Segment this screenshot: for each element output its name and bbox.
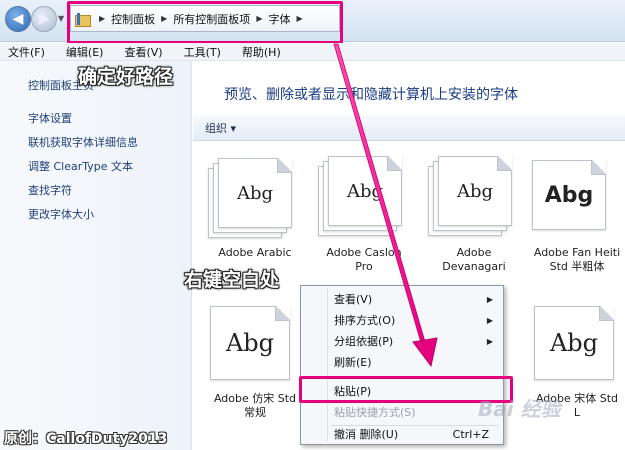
menu-bar: 文件(F) 编辑(E) 查看(V) 工具(T) 帮助(H)	[0, 43, 625, 61]
font-label-adobe-arabic: Adobe Arabic	[218, 246, 292, 259]
font-tile-adobe-fan-heiti[interactable]: Abg	[532, 156, 620, 240]
sidebar-link-change-font-size[interactable]: 更改字体大小	[28, 206, 94, 222]
font-preview: Abg	[225, 329, 275, 357]
ctx-sort-by[interactable]: 排序方式(O) ▶	[301, 310, 503, 330]
history-dropdown-icon[interactable]: ▼	[58, 14, 64, 23]
sidebar-link-find-character[interactable]: 查找字符	[28, 182, 72, 198]
font-label-adobe-fangsong: Adobe 仿宋 Std 常规	[213, 392, 297, 419]
annotation-confirm-path: 确定好路径	[78, 66, 174, 88]
font-preview: Abg	[456, 180, 494, 202]
font-preview: Abg	[544, 182, 594, 208]
ctx-view[interactable]: 查看(V) ▶	[301, 289, 503, 309]
font-label-adobe-caslon: Adobe Caslon Pro	[326, 246, 402, 273]
sidebar-link-font-info-online[interactable]: 联机获取字体详细信息	[28, 134, 138, 150]
submenu-arrow-icon: ▶	[486, 336, 493, 346]
font-tile-adobe-arabic[interactable]: Abg	[208, 158, 296, 242]
left-nav-pane: 控制面板主页 字体设置 联机获取字体详细信息 调整 ClearType 文本 查…	[0, 61, 192, 450]
menu-file[interactable]: 文件(F)	[8, 44, 45, 60]
font-label-adobe-fan-heiti: Adobe Fan Heiti Std 半粗体	[533, 246, 621, 273]
menu-help[interactable]: 帮助(H)	[242, 44, 281, 60]
font-tile-adobe-caslon[interactable]: Abg	[318, 156, 406, 240]
font-tile-adobe-devanagari[interactable]: Abg	[428, 156, 516, 240]
font-preview: Abg	[549, 329, 599, 357]
forward-arrow-icon: ▶	[38, 11, 50, 27]
ctx-refresh[interactable]: 刷新(E)	[301, 352, 503, 372]
font-tile-adobe-song[interactable]: Abg	[532, 306, 620, 390]
font-preview: Abg	[236, 182, 274, 204]
forward-button[interactable]: ▶	[31, 6, 57, 32]
menu-tools[interactable]: 工具(T)	[184, 44, 221, 60]
command-bar: 组织 ▾	[193, 115, 625, 141]
ctx-undo-delete[interactable]: 撤消 删除(U) Ctrl+Z	[301, 424, 503, 444]
address-highlight-box	[67, 1, 343, 44]
sidebar-link-font-settings[interactable]: 字体设置	[28, 110, 72, 126]
font-tile-adobe-fangsong[interactable]: Abg	[208, 306, 296, 390]
back-button[interactable]: ◀	[5, 6, 31, 32]
submenu-arrow-icon: ▶	[486, 315, 493, 325]
submenu-arrow-icon: ▶	[486, 294, 493, 304]
context-menu: 查看(V) ▶ 排序方式(O) ▶ 分组依据(P) ▶ 刷新(E) 粘贴(P) …	[300, 285, 504, 445]
sidebar-link-cleartype[interactable]: 调整 ClearType 文本	[28, 158, 133, 174]
baidu-watermark: Bai 经验	[478, 397, 561, 421]
shortcut-text: Ctrl+Z	[452, 427, 489, 441]
organize-button[interactable]: 组织 ▾	[205, 120, 236, 136]
author-credit: 原创：CallofDuty2013	[4, 431, 168, 447]
ctx-group-by[interactable]: 分组依据(P) ▶	[301, 331, 503, 351]
menu-view[interactable]: 查看(V)	[124, 44, 162, 60]
annotation-right-click: 右键空白处	[184, 269, 280, 291]
font-label-adobe-devanagari: Adobe Devanagari	[442, 246, 506, 273]
back-arrow-icon: ◀	[12, 11, 24, 27]
font-preview: Abg	[346, 180, 384, 202]
page-title: 预览、删除或者显示和隐藏计算机上安装的字体	[224, 87, 518, 103]
menu-edit[interactable]: 编辑(E)	[66, 44, 104, 60]
ctx-paste-shortcut: 粘贴快捷方式(S)	[334, 406, 416, 419]
